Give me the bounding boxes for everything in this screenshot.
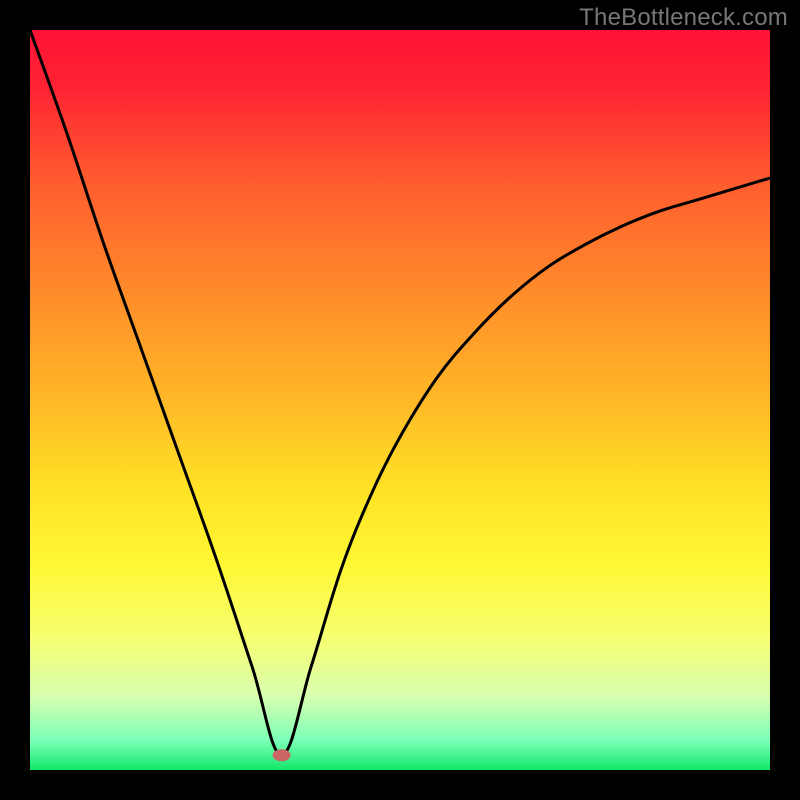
chart-svg bbox=[30, 30, 770, 770]
watermark-text: TheBottleneck.com bbox=[579, 4, 788, 32]
minimum-marker bbox=[273, 749, 291, 761]
chart-frame: TheBottleneck.com bbox=[0, 0, 800, 800]
gradient-background bbox=[30, 30, 770, 770]
plot-area bbox=[30, 30, 770, 770]
